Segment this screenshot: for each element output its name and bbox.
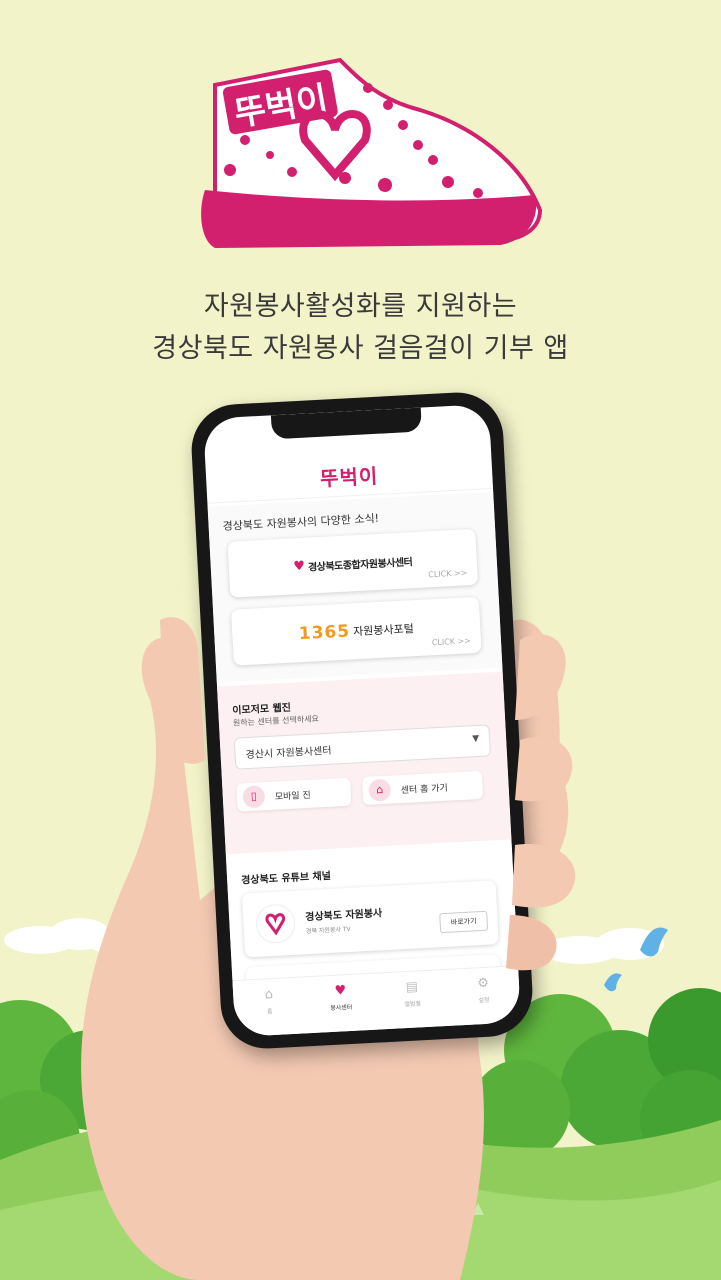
center-name: 경상북도종합자원봉사센터: [307, 556, 413, 574]
ezine-title: 이모저모 웹진: [232, 702, 292, 717]
phone-mockup: 뚜벅이 경상북도 자원봉사의 다양한 소식! ♥ 경상북도종합자원봉사센터 CL…: [189, 390, 535, 1051]
tab-settings[interactable]: ⚙ 설정: [447, 966, 521, 1027]
go-channel-button[interactable]: 바로가기: [439, 910, 489, 934]
headline-line-1: 자원봉사활성화를 지원하는: [203, 291, 518, 322]
tab-settings-label: 설정: [478, 996, 490, 1005]
app-header-logo: 뚜벅이: [319, 463, 379, 491]
center-home-button[interactable]: ⌂ 센터 홈 가기: [361, 770, 484, 806]
heart-icon: ♥: [334, 983, 347, 999]
center-home-label: 센터 홈 가기: [400, 783, 449, 797]
portal-name: 자원봉사포털: [352, 622, 415, 639]
portal-number: 1365: [298, 621, 351, 645]
card-gyeongbuk-volunteer-center[interactable]: ♥ 경상북도종합자원봉사센터 CLICK >>: [227, 528, 479, 598]
tab-volunteer-center-label: 봉사센터: [330, 1003, 353, 1013]
center-select-value: 경산시 자원봉사센터: [245, 745, 332, 762]
news-section: 경상북도 자원봉사의 다양한 소식! ♥ 경상북도종합자원봉사센터 CLICK …: [207, 491, 503, 683]
center-select[interactable]: 경산시 자원봉사센터 ▼: [233, 724, 492, 770]
tab-album[interactable]: ▤ 앨범철: [375, 970, 449, 1031]
album-icon: ▤: [405, 979, 419, 996]
ezine-section: 이모저모 웹진 원하는 센터를 선택하세요 경산시 자원봉사센터 ▼ ▯ 모바일…: [217, 671, 512, 855]
youtube-channel-card[interactable]: 경상북도 자원봉사 경북 자원봉사 TV 바로가기: [241, 880, 499, 958]
app-screen: 뚜벅이 경상북도 자원봉사의 다양한 소식! ♥ 경상북도종합자원봉사센터 CL…: [202, 403, 522, 1038]
tab-volunteer-center[interactable]: ♥ 봉사센터: [304, 974, 378, 1035]
youtube-title: 경상북도 유튜브 채널: [240, 870, 332, 887]
headline-line-2: 경상북도 자원봉사 걸음걸이 기부 앱: [152, 333, 569, 364]
channel-avatar: [256, 904, 296, 944]
gear-icon: ⚙: [476, 975, 490, 992]
phone-icon: ▯: [242, 785, 266, 809]
chevron-down-icon: ▼: [471, 733, 480, 745]
tab-album-label: 앨범철: [404, 1000, 422, 1009]
news-title: 경상북도 자원봉사의 다양한 소식!: [222, 511, 380, 534]
channel-name: 경상북도 자원봉사: [304, 908, 383, 924]
mobile-zine-label: 모바일 진: [274, 790, 312, 803]
app-logo-shoe: 뚜벅이: [201, 57, 543, 248]
portal-logo: 1365 자원봉사포털: [231, 597, 482, 666]
home-icon: ⌂: [264, 987, 274, 1003]
channel-subtitle: 경북 자원봉사 TV: [305, 925, 351, 936]
mobile-zine-button[interactable]: ▯ 모바일 진: [236, 777, 352, 812]
tab-home[interactable]: ⌂ 홈: [232, 977, 306, 1037]
card-1365-portal[interactable]: 1365 자원봉사포털 CLICK >>: [231, 596, 482, 666]
center-logo: ♥ 경상북도종합자원봉사센터: [227, 529, 478, 598]
heart-icon: ♥: [292, 558, 306, 574]
tab-home-label: 홈: [266, 1008, 273, 1016]
home-icon: ⌂: [368, 778, 392, 802]
